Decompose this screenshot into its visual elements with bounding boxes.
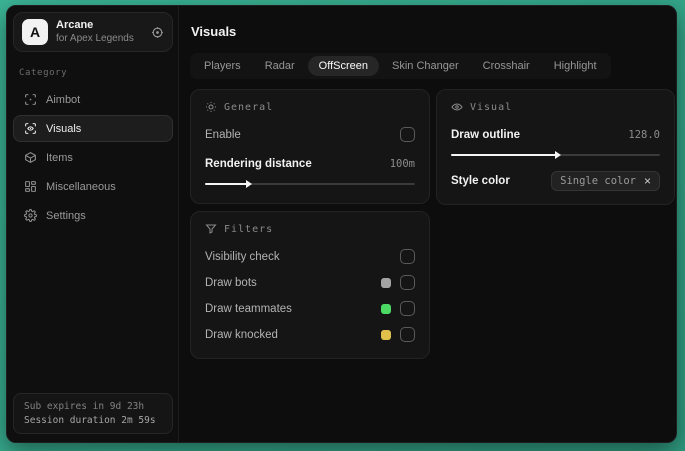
style-color-selected-value: Single color <box>560 174 636 187</box>
draw-knocked-color-swatch[interactable] <box>381 329 391 340</box>
sidebar-item-label: Miscellaneous <box>46 180 116 193</box>
style-color-row: Style color Single color × <box>451 170 660 191</box>
rendering-distance-slider[interactable] <box>205 178 415 190</box>
draw-teammates-color-swatch[interactable] <box>381 303 391 314</box>
sun-icon <box>205 101 217 113</box>
logo-card: A Arcane for Apex Legends <box>13 12 173 53</box>
session-duration-text: Session duration 2m 59s <box>24 415 156 426</box>
rendering-distance-row: Rendering distance 100m <box>205 153 415 174</box>
filters-panel: Filters Visibility check Draw bots Draw … <box>190 211 430 359</box>
rendering-distance-value: 100m <box>389 157 415 170</box>
draw-bots-checkbox[interactable] <box>400 275 415 290</box>
visibility-check-row: Visibility check <box>205 246 415 267</box>
draw-outline-value: 128.0 <box>628 128 660 141</box>
sidebar-item-settings[interactable]: Settings <box>13 202 173 229</box>
draw-outline-row: Draw outline 128.0 <box>451 124 660 145</box>
draw-knocked-checkbox[interactable] <box>400 327 415 342</box>
tab-crosshair[interactable]: Crosshair <box>472 56 541 76</box>
scan-eye-icon <box>24 122 37 135</box>
sidebar-item-items[interactable]: Items <box>13 144 173 171</box>
panel-title: Visual <box>470 101 513 113</box>
tab-offscreen[interactable]: OffScreen <box>307 56 379 76</box>
rendering-distance-label: Rendering distance <box>205 157 312 170</box>
sidebar-item-aimbot[interactable]: Aimbot <box>13 86 173 113</box>
enable-label: Enable <box>205 128 241 141</box>
enable-checkbox[interactable] <box>400 127 415 142</box>
panel-title: Filters <box>224 223 274 235</box>
funnel-icon <box>205 223 217 235</box>
app-window: A Arcane for Apex Legends Category Aimbo… <box>6 5 677 443</box>
subscription-status-card: Sub expires in 9d 23h Session duration 2… <box>13 393 173 434</box>
draw-knocked-label: Draw knocked <box>205 328 278 341</box>
tab-radar[interactable]: Radar <box>254 56 306 76</box>
visibility-check-label: Visibility check <box>205 250 280 263</box>
category-label: Category <box>19 68 68 79</box>
app-logo: A <box>22 19 48 46</box>
draw-teammates-row: Draw teammates <box>205 298 415 319</box>
sidebar-item-label: Aimbot <box>46 93 81 106</box>
draw-bots-label: Draw bots <box>205 276 257 289</box>
visibility-check-checkbox[interactable] <box>400 249 415 264</box>
general-panel: General Enable Rendering distance 100m <box>190 89 430 204</box>
style-color-label: Style color <box>451 174 510 187</box>
visuals-tabbar: Players Radar OffScreen Skin Changer Cro… <box>190 53 611 79</box>
page-title: Visuals <box>191 24 237 39</box>
cube-icon <box>24 151 37 164</box>
visual-panel: Visual Draw outline 128.0 Style color Si… <box>436 89 675 205</box>
crosshair-icon <box>24 93 37 106</box>
draw-bots-row: Draw bots <box>205 272 415 293</box>
sub-expires-text: Sub expires in 9d 23h <box>24 401 145 412</box>
sidebar-item-miscellaneous[interactable]: Miscellaneous <box>13 173 173 200</box>
main-content: Visuals Players Radar OffScreen Skin Cha… <box>179 6 676 442</box>
sidebar: A Arcane for Apex Legends Category Aimbo… <box>7 6 179 442</box>
clear-icon[interactable]: × <box>644 175 651 187</box>
slider-fill <box>451 151 560 159</box>
draw-teammates-checkbox[interactable] <box>400 301 415 316</box>
app-subtitle: for Apex Legends <box>56 32 134 44</box>
tab-highlight[interactable]: Highlight <box>543 56 608 76</box>
sidebar-item-label: Items <box>46 151 73 164</box>
gear-icon <box>24 209 37 223</box>
sidebar-item-visuals[interactable]: Visuals <box>13 115 173 143</box>
draw-outline-slider[interactable] <box>451 149 660 161</box>
draw-knocked-row: Draw knocked <box>205 324 415 345</box>
panel-title: General <box>224 101 274 113</box>
grid-icon <box>24 180 37 193</box>
sidebar-item-label: Visuals <box>46 122 82 135</box>
style-color-select[interactable]: Single color × <box>551 170 660 191</box>
draw-bots-color-swatch[interactable] <box>381 277 391 288</box>
enable-row: Enable <box>205 124 415 145</box>
sidebar-nav: Aimbot Visuals Items Miscellaneous Setti… <box>13 86 173 229</box>
tab-players[interactable]: Players <box>193 56 252 76</box>
draw-teammates-label: Draw teammates <box>205 302 292 315</box>
sidebar-item-label: Settings <box>46 209 86 222</box>
eye-icon <box>451 101 463 113</box>
slider-fill <box>205 180 252 188</box>
target-icon[interactable] <box>151 26 164 39</box>
draw-outline-label: Draw outline <box>451 128 521 141</box>
tab-skin-changer[interactable]: Skin Changer <box>381 56 470 76</box>
app-title: Arcane <box>56 19 94 31</box>
